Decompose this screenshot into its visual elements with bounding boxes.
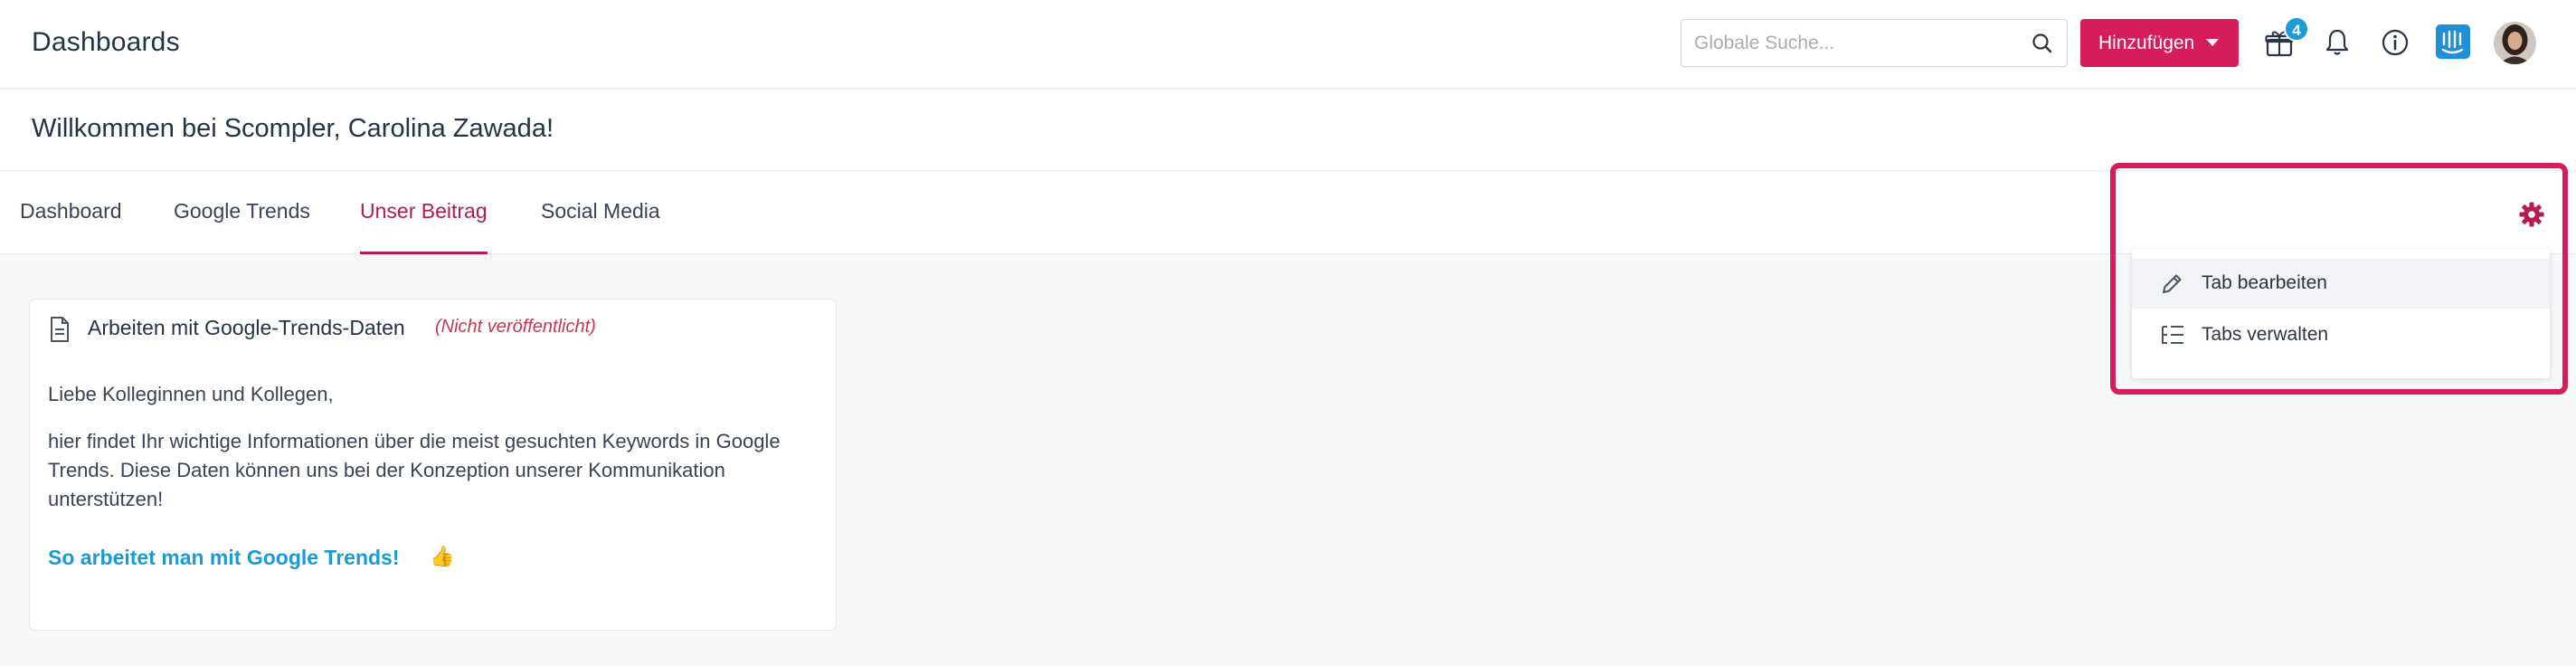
menu-item-label: Tab bearbeiten bbox=[2202, 272, 2327, 293]
post-title: Arbeiten mit Google-Trends-Daten bbox=[88, 316, 405, 339]
post-card: Arbeiten mit Google-Trends-Daten (Nicht … bbox=[29, 299, 837, 631]
notification-badge: 4 bbox=[2284, 16, 2309, 42]
page-title: Dashboards bbox=[32, 27, 180, 57]
gear-icon[interactable] bbox=[2518, 201, 2545, 233]
search-input[interactable] bbox=[1694, 20, 2020, 66]
chevron-down-icon bbox=[2206, 39, 2219, 46]
tab-settings-menu: Tab bearbeiten Tabs verwalten bbox=[2132, 249, 2550, 378]
tab-google-trends[interactable]: Google Trends bbox=[174, 199, 310, 254]
tab-dashboard[interactable]: Dashboard bbox=[20, 199, 122, 254]
tree-list-icon bbox=[2159, 323, 2186, 353]
google-trends-link[interactable]: So arbeitet man mit Google Trends! bbox=[48, 546, 400, 570]
pencil-icon bbox=[2159, 271, 2184, 301]
menu-item-label: Tabs verwalten bbox=[2202, 324, 2329, 345]
document-icon bbox=[48, 316, 71, 347]
search-icon[interactable] bbox=[2031, 32, 2054, 60]
welcome-bar: Willkommen bei Scompler, Carolina Zawada… bbox=[0, 90, 2576, 171]
add-button-label: Hinzufügen bbox=[2098, 32, 2195, 53]
post-status: (Nicht veröffentlicht) bbox=[435, 317, 596, 337]
global-search[interactable] bbox=[1681, 19, 2068, 67]
top-header: Dashboards Hinzufügen 4 bbox=[0, 0, 2576, 89]
post-greeting: Liebe Kolleginnen und Kollegen, bbox=[48, 383, 334, 405]
thumbs-up-emoji: 👍 bbox=[430, 545, 455, 567]
info-icon[interactable] bbox=[2381, 28, 2410, 62]
menu-item-tab-bearbeiten[interactable]: Tab bearbeiten bbox=[2132, 259, 2550, 309]
avatar[interactable] bbox=[2494, 22, 2536, 64]
menu-item-tabs-verwalten[interactable]: Tabs verwalten bbox=[2132, 310, 2550, 360]
post-body: hier findet Ihr wichtige Informationen ü… bbox=[48, 430, 781, 510]
intercom-icon[interactable] bbox=[2436, 24, 2470, 59]
welcome-message: Willkommen bei Scompler, Carolina Zawada… bbox=[32, 114, 554, 143]
add-button[interactable]: Hinzufügen bbox=[2080, 19, 2239, 67]
bell-icon[interactable] bbox=[2324, 27, 2351, 62]
tab-social-media[interactable]: Social Media bbox=[541, 199, 660, 254]
tab-unser-beitrag[interactable]: Unser Beitrag bbox=[360, 199, 488, 254]
